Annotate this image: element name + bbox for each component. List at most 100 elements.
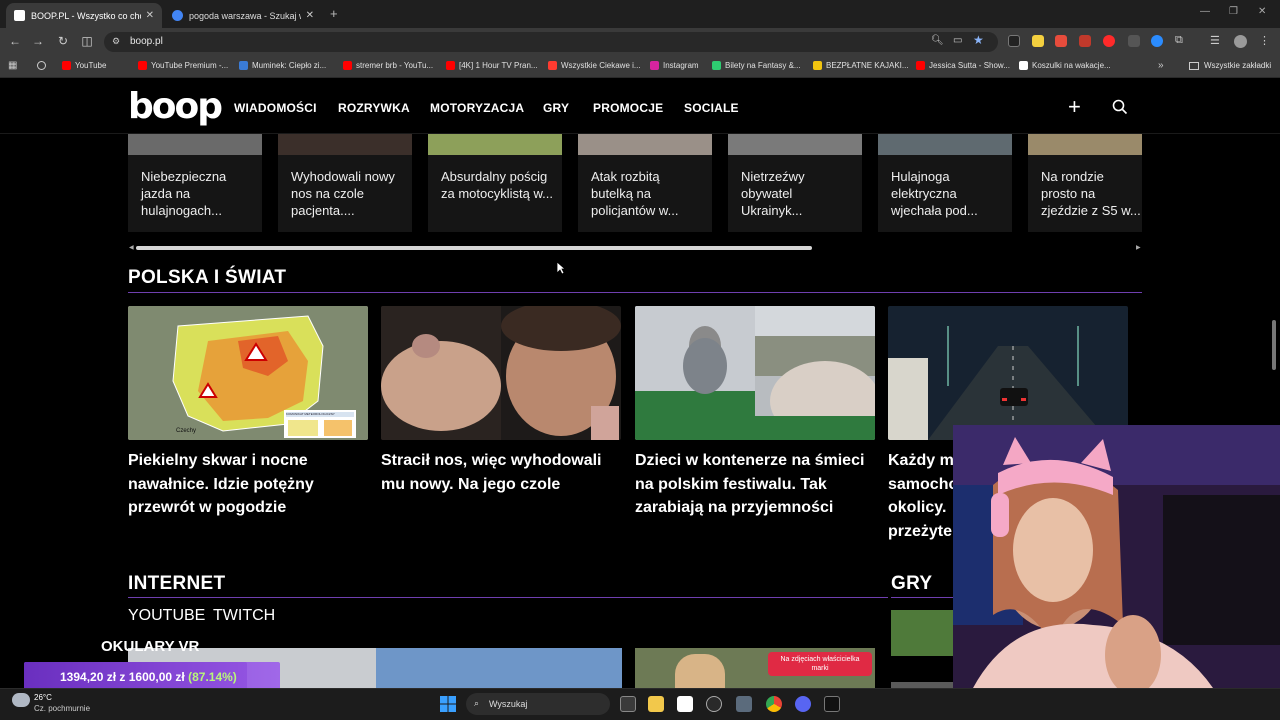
section-title-internet[interactable]: INTERNET — [128, 573, 225, 595]
url-text[interactable]: boop.pl — [130, 36, 163, 47]
bookmark-item[interactable]: Instagram — [650, 61, 699, 70]
extension-icon[interactable] — [1103, 35, 1115, 47]
back-icon[interactable]: ← — [7, 34, 23, 48]
carousel-card[interactable]: Wyhodowali nowy nos na czole pacjenta...… — [278, 134, 412, 232]
scroll-right-icon[interactable]: ▶ — [1136, 244, 1141, 251]
taskbar-search[interactable] — [466, 693, 610, 715]
article-image-weather-map[interactable]: KOMUNIKAT METEOROLOGICZNY Czechy — [128, 306, 368, 440]
nav-gry[interactable]: GRY — [543, 101, 569, 115]
close-tab-icon[interactable]: ✕ — [306, 10, 314, 21]
carousel-card[interactable]: Absurdalny pościg za motocyklistą w... — [428, 134, 562, 232]
profile-avatar[interactable] — [1234, 35, 1247, 48]
article-image-container[interactable] — [635, 306, 875, 440]
chrome-icon[interactable] — [766, 696, 782, 712]
gry-thumbnail[interactable] — [891, 610, 953, 656]
extension-icon[interactable] — [1128, 35, 1140, 47]
nav-motoryzacja[interactable]: MOTORYZACJA — [430, 101, 524, 115]
article-image-nose[interactable] — [381, 306, 621, 440]
bookmark-item[interactable]: YouTube — [62, 61, 106, 70]
section-title-polska[interactable]: POLSKA I ŚWIAT — [128, 267, 286, 289]
subnav-twitch[interactable]: TWITCH — [213, 607, 275, 625]
weather-map-illustration — [128, 306, 368, 440]
bookmark-item[interactable]: Wszystkie Ciekawe i... — [548, 61, 641, 70]
carousel-card[interactable]: Nietrzeźwy obywatel Ukrainyk... — [728, 134, 862, 232]
carousel-card[interactable]: Hulajnoga elektryczna wjechała pod... — [878, 134, 1012, 232]
zoom-icon[interactable]: 🔍︎ — [931, 35, 944, 46]
webcam-overlay — [953, 425, 1280, 688]
extension-icon[interactable] — [1032, 35, 1044, 47]
task-view-icon[interactable] — [620, 696, 636, 712]
article-title[interactable]: Każdy m samochc okolicy. przeżyte — [888, 449, 954, 543]
site-info-icon[interactable]: ⚙ — [112, 36, 120, 47]
cast-icon[interactable]: ▭ — [953, 35, 962, 46]
card-thumbnail — [878, 134, 1012, 155]
bookmark-item[interactable]: BEZPŁATNE KAJAKI... — [813, 61, 909, 70]
extension-icon[interactable] — [1055, 35, 1067, 47]
forward-icon[interactable]: → — [30, 34, 46, 48]
weather-cloud-icon[interactable] — [12, 693, 30, 707]
article-title[interactable]: Dzieci w kontenerze na śmieci na polskim… — [635, 449, 877, 520]
carousel-scrollbar[interactable] — [136, 246, 812, 250]
weather-temperature[interactable]: 26°C — [34, 693, 52, 702]
tab-boop[interactable]: BOOP.PL - Wszystko co chcesz ✕ — [6, 3, 162, 28]
nav-wiadomosci[interactable]: WIADOMOŚCI — [234, 101, 317, 115]
bookmark-star-icon[interactable]: ★ — [973, 33, 984, 47]
bookmark-item[interactable]: Jessica Sutta - Show... — [916, 61, 1010, 70]
extensions-puzzle-icon[interactable]: ⧉ — [1175, 34, 1183, 47]
extension-icon[interactable] — [1151, 35, 1163, 47]
bookmark-item[interactable]: YouTube Premium -... — [138, 61, 228, 70]
bookmark-favicon-icon — [138, 61, 147, 70]
extension-icon[interactable] — [1008, 35, 1020, 47]
carousel-card[interactable]: Niebezpieczna jazda na hulajnogach... — [128, 134, 262, 232]
search-icon[interactable] — [1112, 99, 1128, 115]
apps-grid-icon[interactable]: ▦ — [8, 60, 17, 71]
all-bookmarks-button[interactable]: Wszystkie zakładki — [1189, 61, 1271, 70]
section-title-gry[interactable]: GRY — [891, 573, 932, 595]
reload-icon[interactable]: ↻ — [55, 34, 71, 48]
file-explorer-icon[interactable] — [648, 696, 664, 712]
article-image-brand[interactable]: Na zdjęciach właścicielka marki — [635, 648, 875, 688]
bookmark-item[interactable]: Koszulki na wakacje... — [1019, 61, 1111, 70]
menu-icon[interactable]: ⋮ — [1259, 34, 1270, 47]
store-icon[interactable] — [677, 696, 693, 712]
carousel-card[interactable]: Atak rozbitą butelką na policjantów w... — [578, 134, 712, 232]
address-bar[interactable] — [104, 32, 998, 52]
article-title[interactable]: Piekielny skwar i nocne nawałnice. Idzie… — [128, 449, 370, 520]
carousel-card[interactable]: Na rondzie prosto na zjeździe z S5 w... — [1028, 134, 1142, 232]
terminal-icon[interactable] — [824, 696, 840, 712]
close-window-icon[interactable]: ✕ — [1258, 6, 1266, 17]
close-tab-icon[interactable]: ✕ — [146, 10, 154, 21]
windows-start-icon[interactable] — [440, 696, 456, 712]
article-title[interactable]: Stracił nos, więc wyhodowali mu nowy. Na… — [381, 449, 623, 496]
discord-icon[interactable] — [795, 696, 811, 712]
tab-google[interactable]: pogoda warszawa - Szukaj w Go ✕ — [164, 3, 322, 28]
subnav-youtube[interactable]: YOUTUBE — [128, 607, 205, 625]
obs-icon[interactable] — [706, 696, 722, 712]
bookmark-favicon-icon — [343, 61, 352, 70]
minimize-icon[interactable]: — — [1200, 6, 1210, 17]
split-view-icon[interactable]: ◫ — [79, 34, 95, 48]
bookmark-item[interactable]: [4K] 1 Hour TV Pran... — [446, 61, 538, 70]
more-bookmarks-button[interactable]: » — [1158, 60, 1164, 71]
scroll-left-icon[interactable]: ◀ — [129, 244, 134, 251]
nav-rozrywka[interactable]: ROZRYWKA — [338, 101, 410, 115]
bookmark-globe-icon[interactable] — [37, 61, 46, 70]
maximize-icon[interactable]: ❐ — [1229, 6, 1238, 17]
bookmark-item[interactable]: stremer brb - YouTu... — [343, 61, 433, 70]
settings-icon[interactable] — [736, 696, 752, 712]
bookmark-item[interactable]: Bilety na Fantasy &... — [712, 61, 801, 70]
article-image-road[interactable] — [888, 306, 1128, 440]
nav-sociale[interactable]: SOCIALE — [684, 101, 739, 115]
bookmark-item[interactable]: Muminek: Ciepło zi... — [239, 61, 326, 70]
nav-promocje[interactable]: PROMOCJE — [593, 101, 663, 115]
site-logo[interactable]: boop — [128, 86, 223, 127]
map-caption: KOMUNIKAT METEOROLOGICZNY — [286, 412, 335, 416]
donation-percent: (87.14%) — [188, 670, 237, 684]
page-scrollbar[interactable] — [1272, 320, 1276, 370]
weather-description[interactable]: Cz. pochmurnie — [34, 704, 90, 713]
taskbar-search-icon: ⌕ — [474, 698, 480, 708]
reading-list-icon[interactable]: ☰ — [1210, 34, 1220, 47]
extension-icon[interactable] — [1079, 35, 1091, 47]
new-tab-button[interactable]: + — [330, 6, 338, 21]
plus-icon[interactable]: + — [1068, 94, 1081, 120]
